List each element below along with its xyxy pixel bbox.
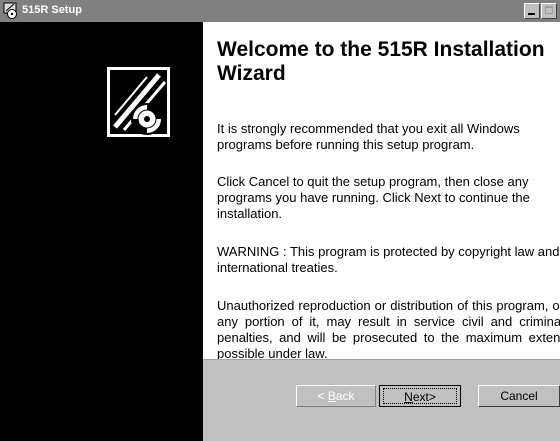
wizard-side-panel bbox=[0, 22, 203, 441]
wizard-content: Welcome to the 515R Installation Wizard … bbox=[203, 22, 560, 361]
setup-disc-icon bbox=[3, 2, 17, 19]
next-button-label: ext> bbox=[412, 390, 436, 404]
legal-notice-text: Unauthorized reproduction or distributio… bbox=[217, 298, 560, 361]
warning-text: WARNING : This program is protected by c… bbox=[217, 244, 560, 275]
button-bar: < Back Next> Cancel bbox=[203, 359, 560, 441]
title-bar[interactable]: 515R Setup bbox=[0, 0, 560, 22]
cancel-button[interactable]: Cancel bbox=[478, 385, 560, 407]
maximize-button[interactable] bbox=[541, 3, 557, 19]
back-button-accelerator: B bbox=[327, 389, 336, 403]
minimize-button[interactable] bbox=[524, 3, 540, 19]
back-button-label: ack bbox=[335, 389, 355, 403]
window-title: 515R Setup bbox=[22, 4, 82, 16]
page-title: Welcome to the 515R Installation Wizard bbox=[217, 38, 545, 85]
install-disc-logo-icon bbox=[107, 67, 170, 137]
back-button-prefix: < bbox=[317, 389, 328, 403]
recommendation-text: It is strongly recommended that you exit… bbox=[217, 121, 520, 152]
next-button[interactable]: Next> bbox=[379, 385, 461, 407]
setup-window: 515R Setup Welcome to the 515R Installat… bbox=[0, 0, 560, 441]
back-button[interactable]: < Back bbox=[296, 385, 376, 407]
next-button-accelerator: N bbox=[404, 390, 413, 404]
next-button-focus-rect: Next> bbox=[383, 388, 457, 404]
instructions-text: Click Cancel to quit the setup program, … bbox=[217, 174, 530, 221]
